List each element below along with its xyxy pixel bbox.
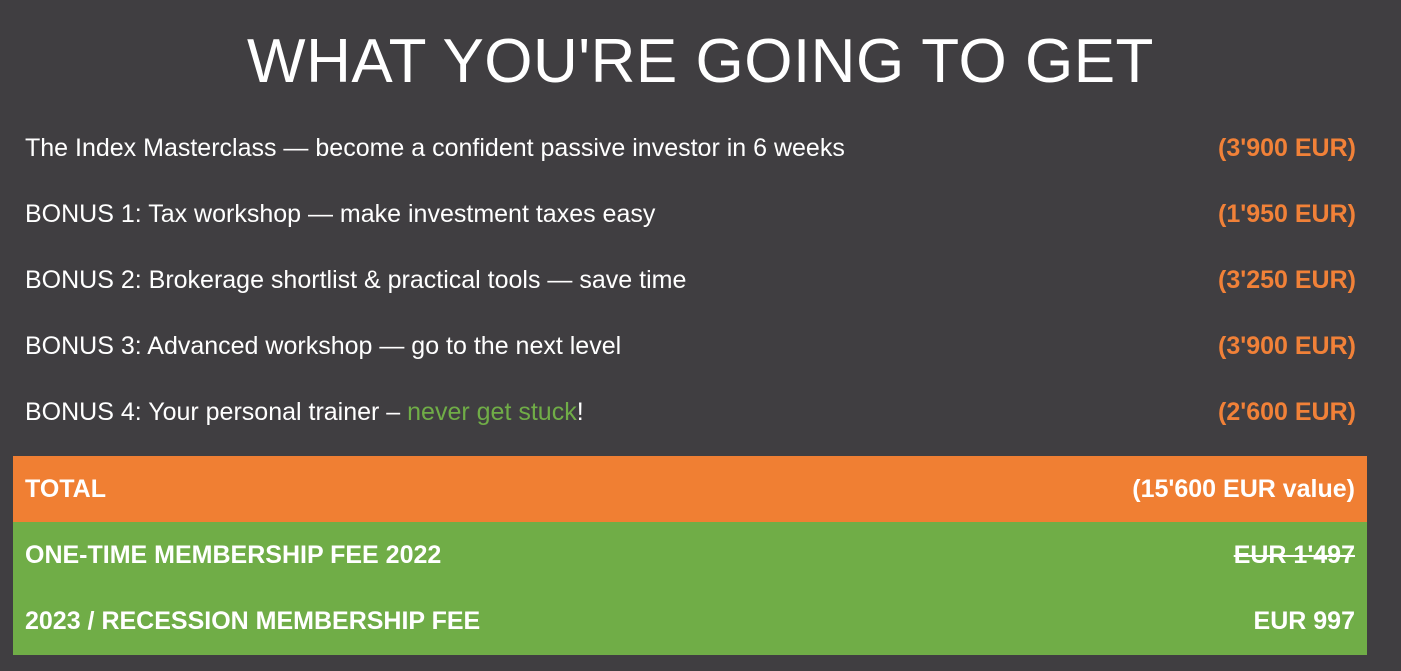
list-item: BONUS 1: Tax workshop — make investment … xyxy=(0,181,1401,247)
total-value: (15'600 EUR value) xyxy=(1132,474,1355,503)
item-price: (3'900 EUR) xyxy=(1218,133,1356,162)
total-row: TOTAL (15'600 EUR value) xyxy=(13,456,1367,522)
fee-row-2022: ONE-TIME MEMBERSHIP FEE 2022 EUR 1'497 xyxy=(13,522,1367,588)
item-label: BONUS 3: Advanced workshop — go to the n… xyxy=(25,331,622,360)
fee-value-struck: EUR 1'497 xyxy=(1233,540,1355,569)
item-price: (3'900 EUR) xyxy=(1218,331,1356,360)
fee-row-2023: 2023 / RECESSION MEMBERSHIP FEE EUR 997 xyxy=(13,588,1367,654)
list-item: BONUS 2: Brokerage shortlist & practical… xyxy=(0,247,1401,313)
item-price: (2'600 EUR) xyxy=(1218,397,1356,426)
membership-fees: ONE-TIME MEMBERSHIP FEE 2022 EUR 1'497 2… xyxy=(13,522,1367,655)
item-label: BONUS 4: Your personal trainer – never g… xyxy=(25,398,584,427)
item-label-prefix: BONUS 4: Your personal trainer – xyxy=(25,397,408,426)
item-label: BONUS 1: Tax workshop — make investment … xyxy=(25,199,656,228)
item-label-suffix: ! xyxy=(576,397,584,426)
item-label: The Index Masterclass — become a confide… xyxy=(25,133,845,162)
offer-items-list: The Index Masterclass — become a confide… xyxy=(0,115,1401,445)
fee-label: ONE-TIME MEMBERSHIP FEE 2022 xyxy=(25,540,442,569)
item-label-highlight: never get stuck xyxy=(407,397,577,426)
list-item: The Index Masterclass — become a confide… xyxy=(0,115,1401,181)
list-item: BONUS 3: Advanced workshop — go to the n… xyxy=(0,313,1401,379)
pricing-summary: TOTAL (15'600 EUR value) ONE-TIME MEMBER… xyxy=(13,456,1367,655)
fee-value: EUR 997 xyxy=(1253,606,1355,635)
item-label: BONUS 2: Brokerage shortlist & practical… xyxy=(25,265,687,294)
fee-label: 2023 / RECESSION MEMBERSHIP FEE xyxy=(25,606,481,635)
list-item: BONUS 4: Your personal trainer – never g… xyxy=(0,379,1401,445)
total-label: TOTAL xyxy=(25,474,107,503)
item-price: (3'250 EUR) xyxy=(1218,265,1356,294)
item-price: (1'950 EUR) xyxy=(1218,199,1356,228)
page-title: WHAT YOU'RE GOING TO GET xyxy=(247,27,1154,96)
